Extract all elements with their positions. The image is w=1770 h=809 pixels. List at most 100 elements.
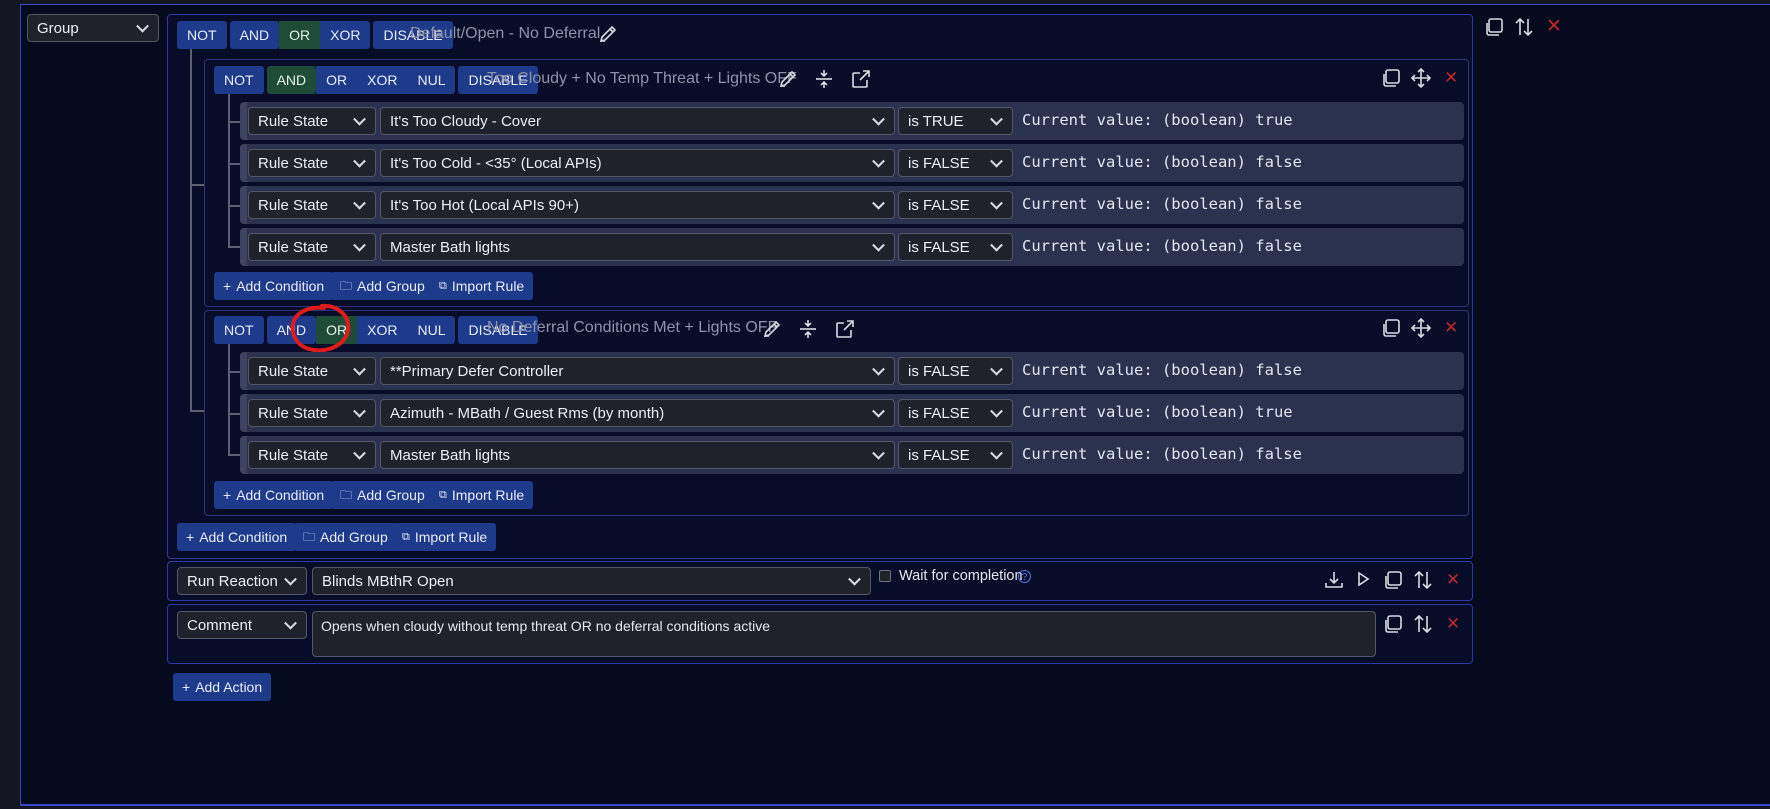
import-rule-button[interactable]: ⧉ Import Rule [430, 272, 534, 300]
rule-select[interactable]: Master Bath lights [380, 233, 895, 261]
collapse-icon[interactable] [814, 69, 834, 89]
import-rule-button[interactable]: ⧉ Import Rule [430, 481, 534, 509]
play-icon[interactable] [1355, 571, 1371, 587]
root-group-title: Default/Open - No Deferral [410, 25, 601, 42]
op-not-button[interactable]: NOT [214, 66, 264, 94]
rule-select[interactable]: It's Too Cold - <35° (Local APIs) [380, 149, 895, 177]
move-arrows-icon[interactable] [1410, 317, 1432, 339]
tree-branch [190, 410, 204, 412]
rule-select[interactable]: It's Too Cloudy - Cover [380, 107, 895, 135]
rule-select[interactable]: **Primary Defer Controller [380, 357, 895, 385]
condition-type-select[interactable]: Rule State [248, 149, 376, 177]
edit-pencil-icon[interactable] [762, 319, 782, 339]
copy-icon[interactable] [1382, 569, 1404, 591]
download-icon[interactable] [1324, 570, 1344, 590]
reorder-arrows-icon[interactable] [1412, 613, 1434, 635]
op-xor-button[interactable]: XOR [357, 316, 408, 344]
select-value: is FALSE [908, 238, 970, 256]
red-circle-annotation [290, 303, 351, 353]
condition-type-select[interactable]: Rule State [248, 441, 376, 469]
add-group-button[interactable]: 🗀 Add Group [294, 523, 397, 551]
action-type-select[interactable]: Group [27, 14, 159, 42]
rule-select[interactable]: Master Bath lights [380, 441, 895, 469]
op-nul-button[interactable]: NUL [407, 66, 456, 94]
wait-label: Wait for completion [899, 568, 1023, 584]
state-select[interactable]: is FALSE [898, 357, 1013, 385]
edit-pencil-icon[interactable] [598, 24, 618, 44]
op-not-button[interactable]: NOT [214, 316, 264, 344]
condition-type-select[interactable]: Rule State [248, 399, 376, 427]
tree-line [228, 344, 230, 454]
button-label: Add Condition [236, 487, 325, 503]
comment-textarea[interactable]: Opens when cloudy without temp threat OR… [312, 611, 1376, 657]
add-condition-button[interactable]: + Add Condition [177, 523, 297, 551]
chevron-down-icon [990, 112, 1003, 126]
folder-add-icon: 🗀 [340, 488, 353, 502]
current-value-text: Current value: (boolean) true [1022, 111, 1293, 129]
op-nul-button[interactable]: NUL [407, 316, 456, 344]
condition-group-1 [204, 59, 1469, 307]
current-value-text: Current value: (boolean) true [1022, 403, 1293, 421]
open-external-icon[interactable] [834, 318, 856, 340]
reorder-arrows-icon[interactable] [1513, 16, 1535, 38]
condition-type-select[interactable]: Rule State [248, 233, 376, 261]
chevron-down-icon [872, 112, 885, 126]
select-value: is FALSE [908, 404, 970, 422]
action-type-select[interactable]: Run Reaction [177, 567, 307, 595]
delete-close-icon[interactable]: ✕ [1446, 570, 1460, 590]
import-rule-button[interactable]: ⧉ Import Rule [393, 523, 497, 551]
state-select[interactable]: is FALSE [898, 441, 1013, 469]
delete-close-icon[interactable]: ✕ [1446, 614, 1460, 634]
help-icon[interactable]: ? [1018, 570, 1031, 583]
edit-pencil-icon[interactable] [778, 69, 798, 89]
add-group-button[interactable]: 🗀 Add Group [331, 481, 434, 509]
delete-close-icon[interactable]: ✕ [1444, 68, 1458, 88]
import-icon: ⧉ [439, 489, 447, 501]
add-group-button[interactable]: 🗀 Add Group [331, 272, 434, 300]
state-select[interactable]: is TRUE [898, 107, 1013, 135]
op-xor-button[interactable]: XOR [320, 21, 371, 49]
add-condition-button[interactable]: + Add Condition [214, 272, 334, 300]
condition-type-select[interactable]: Rule State [248, 357, 376, 385]
delete-close-icon[interactable]: ✕ [1546, 15, 1562, 38]
reaction-select[interactable]: Blinds MBthR Open [312, 567, 871, 595]
move-arrows-icon[interactable] [1410, 67, 1432, 89]
plus-icon: + [223, 487, 232, 503]
rule-select[interactable]: Azimuth - MBath / Guest Rms (by month) [380, 399, 895, 427]
open-external-icon[interactable] [850, 68, 872, 90]
op-and-button[interactable]: AND [266, 66, 317, 94]
copy-icon[interactable] [1382, 613, 1404, 635]
add-action-button[interactable]: + Add Action [173, 673, 272, 701]
reorder-arrows-icon[interactable] [1412, 569, 1434, 591]
add-condition-button[interactable]: + Add Condition [214, 481, 334, 509]
tree-branch [228, 121, 240, 123]
select-value: Master Bath lights [390, 238, 511, 256]
state-select[interactable]: is FALSE [898, 399, 1013, 427]
op-or-button[interactable]: OR [316, 66, 358, 94]
op-and-button[interactable]: AND [229, 21, 280, 49]
op-xor-button[interactable]: XOR [357, 66, 408, 94]
op-not-button[interactable]: NOT [177, 21, 227, 49]
collapse-icon[interactable] [798, 319, 818, 339]
copy-icon[interactable] [1380, 317, 1402, 339]
current-value-text: Current value: (boolean) false [1022, 237, 1302, 255]
action-type-select[interactable]: Comment [177, 611, 307, 639]
state-select[interactable]: is FALSE [898, 191, 1013, 219]
action-type-value: Group [37, 19, 79, 37]
select-value: It's Too Cold - <35° (Local APIs) [390, 154, 602, 172]
copy-icon[interactable] [1483, 16, 1505, 38]
select-value: Master Bath lights [390, 446, 511, 464]
select-value: is FALSE [908, 196, 970, 214]
select-value: Azimuth - MBath / Guest Rms (by month) [390, 404, 665, 422]
state-select[interactable]: is FALSE [898, 233, 1013, 261]
wait-checkbox[interactable] [879, 570, 891, 582]
condition-type-select[interactable]: Rule State [248, 191, 376, 219]
copy-icon[interactable] [1380, 67, 1402, 89]
state-select[interactable]: is FALSE [898, 149, 1013, 177]
chevron-down-icon [990, 362, 1003, 376]
chevron-down-icon [990, 238, 1003, 252]
rule-select[interactable]: It's Too Hot (Local APIs 90+) [380, 191, 895, 219]
op-or-button[interactable]: OR [279, 21, 321, 49]
condition-type-select[interactable]: Rule State [248, 107, 376, 135]
delete-close-icon[interactable]: ✕ [1444, 318, 1458, 338]
